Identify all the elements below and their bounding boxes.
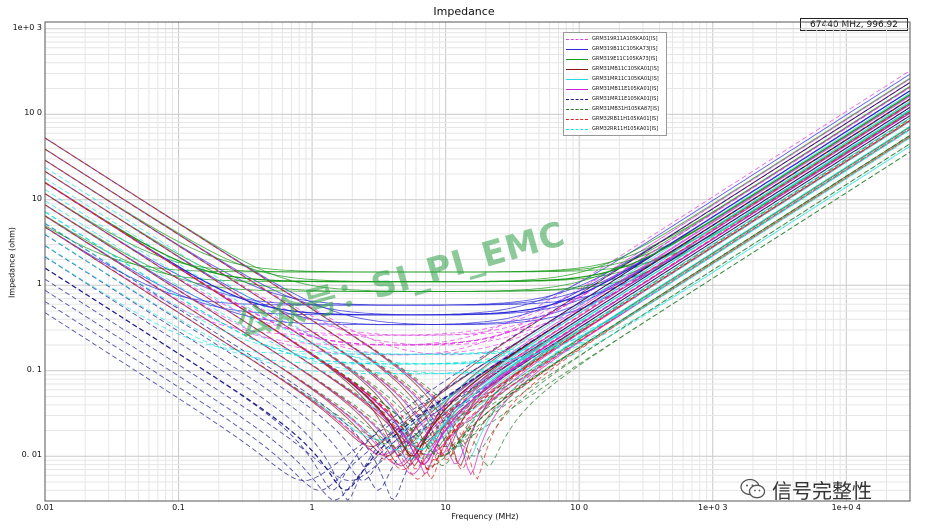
y-tick-label: 0. 01 bbox=[21, 450, 42, 460]
y-axis-label: Impedance (ohm) bbox=[7, 226, 17, 299]
legend-swatch bbox=[566, 118, 588, 120]
legend-swatch bbox=[566, 58, 588, 60]
legend-label: GRM319B11C105KA73[IS] bbox=[592, 46, 658, 52]
legend-swatch bbox=[566, 128, 588, 130]
legend-item[interactable]: GRM31MB11E105KA01[IS] bbox=[566, 84, 664, 94]
legend-item[interactable]: GRM319B11C105KA73[IS] bbox=[566, 44, 664, 54]
legend-label: GRM31MR11E105KA01[IS] bbox=[592, 96, 659, 102]
legend-swatch bbox=[566, 98, 588, 100]
legend-item[interactable]: GRM31MR11C105KA01[IS] bbox=[566, 74, 664, 84]
legend-swatch bbox=[566, 38, 588, 40]
series-variant-line bbox=[44, 136, 911, 480]
series-variant-line bbox=[44, 98, 911, 316]
legend-label: GRM319E11C105KA73[IS] bbox=[592, 56, 658, 62]
legend-item[interactable]: GRM31MB11C105KA01[IS] bbox=[566, 64, 664, 74]
wechat-badge: 信号完整性 bbox=[740, 474, 910, 504]
x-tick-label: 1e+0 4 bbox=[831, 503, 861, 512]
legend-label: GRM32RB11H105KA01[IS] bbox=[592, 116, 659, 122]
legend-swatch bbox=[566, 108, 588, 110]
y-tick-label: 10 0 bbox=[24, 108, 42, 118]
x-tick-label: 1e+0 3 bbox=[698, 503, 728, 512]
wechat-label: 信号完整性 bbox=[772, 478, 872, 503]
series-variant-line bbox=[44, 78, 911, 336]
series-variant-line bbox=[44, 135, 911, 457]
x-tick-label: 10 0 bbox=[570, 503, 589, 512]
series-line-7 bbox=[44, 134, 911, 457]
legend-swatch bbox=[566, 78, 588, 80]
legend-swatch bbox=[566, 88, 588, 90]
y-tick-label: 10 bbox=[31, 193, 42, 203]
legend-item[interactable]: GRM32RB11H105KA01[IS] bbox=[566, 114, 664, 124]
legend-label: GRM31MR11C105KA01[IS] bbox=[592, 76, 659, 82]
legend-item[interactable]: GRM32RR11H105KA01[IS] bbox=[566, 124, 664, 134]
legend-item[interactable]: GRM319R11A105KA01[IS] bbox=[566, 34, 664, 44]
x-tick-label: 0.01 bbox=[36, 503, 54, 512]
legend-swatch bbox=[566, 68, 588, 70]
series-variant-line bbox=[44, 82, 911, 491]
legend-swatch bbox=[566, 48, 588, 50]
x-tick-label: 10 bbox=[440, 503, 451, 512]
x-axis-label: Frequency (MHz) bbox=[451, 512, 519, 521]
legend-item[interactable]: GRM31MB31H105KA87[IS] bbox=[566, 104, 664, 114]
legend-label: GRM31MB31H105KA87[IS] bbox=[592, 106, 659, 112]
legend[interactable]: GRM319R11A105KA01[IS] GRM319B11C105KA73[I… bbox=[563, 32, 667, 136]
x-tick-label: 0.1 bbox=[172, 503, 185, 512]
y-tick-label: 1e+0 3 bbox=[12, 22, 42, 32]
legend-item[interactable]: GRM31MR11E105KA01[IS] bbox=[566, 94, 664, 104]
x-tick-label: 1 bbox=[309, 503, 315, 512]
wechat-icon bbox=[740, 478, 766, 499]
legend-label: GRM31MB11E105KA01[IS] bbox=[592, 86, 659, 92]
legend-label: GRM31MB11C105KA01[IS] bbox=[592, 66, 659, 72]
series-variant-line bbox=[44, 96, 911, 465]
chart-frame: Impedance 67440 MHz, 996.92 1e+0 3 10 0 10… bbox=[0, 0, 928, 529]
y-tick-label: 0. 1 bbox=[26, 364, 42, 374]
series-variant-line bbox=[44, 111, 911, 481]
series-variant-line bbox=[44, 129, 911, 476]
legend-label: GRM319R11A105KA01[IS] bbox=[592, 36, 658, 42]
legend-item[interactable]: GRM319E11C105KA73[IS] bbox=[566, 54, 664, 64]
series-variant-line bbox=[44, 90, 911, 501]
series-variant-line bbox=[44, 120, 911, 460]
legend-label: GRM32RR11H105KA01[IS] bbox=[592, 126, 659, 132]
